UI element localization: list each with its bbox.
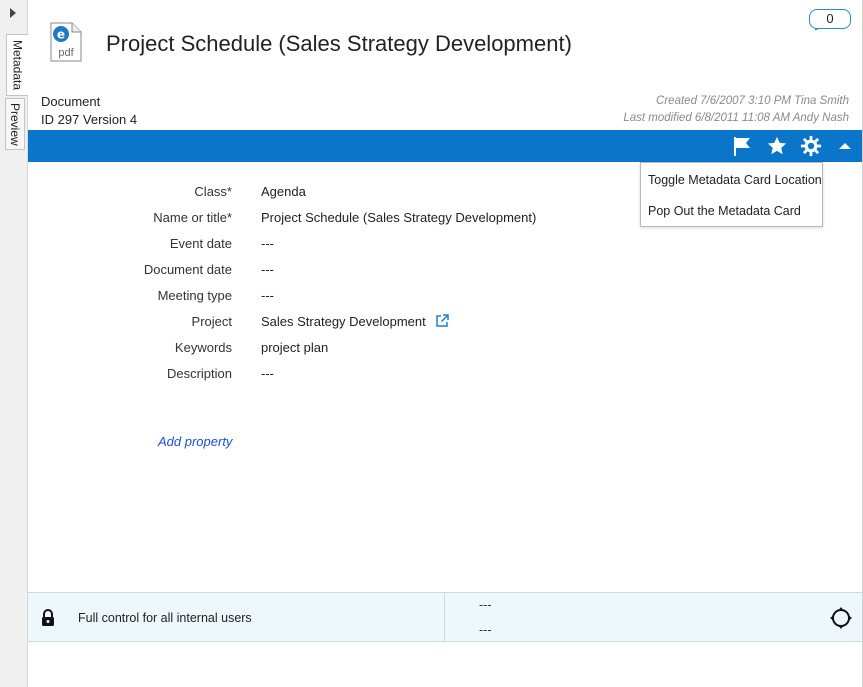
menu-item-toggle-location[interactable]: Toggle Metadata Card Location bbox=[648, 173, 822, 187]
property-value[interactable]: Sales Strategy Development bbox=[261, 314, 426, 329]
modified-info: Last modified 6/8/2011 11:08 AM Andy Nas… bbox=[623, 112, 849, 124]
property-value-wrap[interactable]: Sales Strategy Development bbox=[261, 314, 450, 329]
property-label: Keywords bbox=[174, 340, 232, 355]
property-value[interactable]: --- bbox=[261, 236, 274, 251]
property-value[interactable]: --- bbox=[261, 262, 274, 277]
star-icon[interactable] bbox=[765, 134, 789, 158]
property-label: Description bbox=[166, 366, 232, 381]
comments-button[interactable]: 0 bbox=[809, 9, 851, 34]
metadata-toolbar bbox=[28, 130, 863, 162]
workflow-state-value[interactable]: --- bbox=[479, 623, 492, 637]
property-row-meeting-type[interactable]: Meeting type --- bbox=[28, 288, 863, 308]
tab-preview[interactable]: Preview bbox=[5, 98, 25, 150]
property-value[interactable]: --- bbox=[261, 366, 274, 381]
object-id-version: ID 297 Version 4 bbox=[41, 112, 138, 127]
property-label: Meeting type bbox=[157, 288, 232, 303]
property-row-keywords[interactable]: Keywords project plan bbox=[28, 340, 863, 360]
gear-icon[interactable] bbox=[799, 134, 823, 158]
property-row-description[interactable]: Description --- bbox=[28, 366, 863, 386]
settings-dropdown-menu: Toggle Metadata Card Location Pop Out th… bbox=[640, 162, 823, 227]
page-title: Project Schedule (Sales Strategy Develop… bbox=[106, 31, 572, 56]
property-value[interactable]: project plan bbox=[261, 340, 328, 355]
add-property-link[interactable]: Add property bbox=[158, 434, 232, 449]
bottom-empty-area bbox=[28, 642, 863, 687]
workflow-value[interactable]: --- bbox=[479, 598, 492, 612]
open-external-link-icon[interactable] bbox=[435, 314, 450, 328]
lock-icon[interactable] bbox=[40, 609, 56, 627]
tab-metadata-label: Metadata bbox=[10, 39, 25, 91]
menu-item-pop-out[interactable]: Pop Out the Metadata Card bbox=[648, 204, 801, 218]
permissions-text[interactable]: Full control for all internal users bbox=[78, 611, 252, 625]
svg-text:e: e bbox=[57, 28, 65, 42]
property-label: Name or title* bbox=[153, 210, 232, 225]
created-info: Created 7/6/2007 3:10 PM Tina Smith bbox=[656, 95, 849, 107]
property-value[interactable]: Project Schedule (Sales Strategy Develop… bbox=[261, 210, 536, 225]
property-row-event-date[interactable]: Event date --- bbox=[28, 236, 863, 256]
tab-metadata[interactable]: Metadata bbox=[6, 34, 28, 96]
property-value[interactable]: --- bbox=[261, 288, 274, 303]
collapse-icon[interactable] bbox=[833, 134, 857, 158]
property-label: Class* bbox=[194, 184, 232, 199]
workflow-icon[interactable] bbox=[830, 607, 852, 629]
comment-count-badge: 0 bbox=[809, 9, 851, 29]
property-label: Event date bbox=[169, 236, 232, 251]
pdf-file-icon: e pdf bbox=[50, 22, 82, 62]
metadata-card-header: e pdf Project Schedule (Sales Strategy D… bbox=[28, 0, 863, 130]
property-value[interactable]: Agenda bbox=[261, 184, 306, 199]
property-label: Project bbox=[191, 314, 232, 329]
divider bbox=[444, 593, 445, 642]
expand-arrow-icon[interactable] bbox=[10, 8, 16, 18]
svg-text:pdf: pdf bbox=[58, 47, 74, 59]
object-type: Document bbox=[41, 94, 101, 109]
flag-icon[interactable] bbox=[730, 134, 754, 158]
property-row-document-date[interactable]: Document date --- bbox=[28, 262, 863, 282]
permissions-bar: Full control for all internal users --- … bbox=[28, 592, 863, 642]
side-tab-strip: Metadata Preview bbox=[0, 0, 28, 687]
property-label: Document date bbox=[143, 262, 232, 277]
tab-preview-label: Preview bbox=[8, 102, 22, 146]
property-row-project[interactable]: Project Sales Strategy Development bbox=[28, 314, 863, 334]
